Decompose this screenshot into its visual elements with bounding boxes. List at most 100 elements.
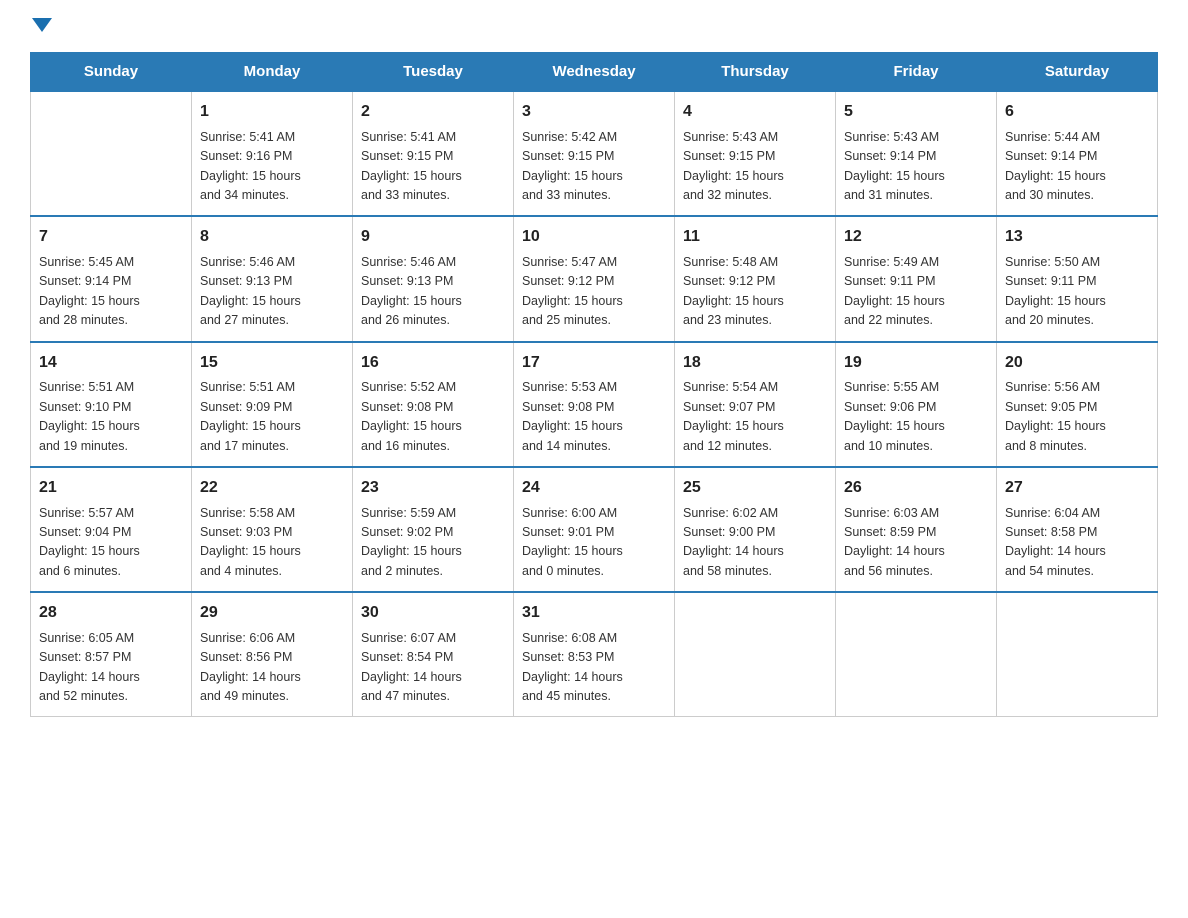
day-number: 12	[844, 225, 988, 250]
day-info: Sunrise: 6:07 AMSunset: 8:54 PMDaylight:…	[361, 629, 505, 707]
day-cell: 18Sunrise: 5:54 AMSunset: 9:07 PMDayligh…	[675, 342, 836, 467]
day-cell: 17Sunrise: 5:53 AMSunset: 9:08 PMDayligh…	[514, 342, 675, 467]
day-number: 16	[361, 351, 505, 376]
day-cell: 29 Sunrise: 6:06 AMSunset: 8:56 PMDayligh…	[192, 592, 353, 717]
week-row-3: 14Sunrise: 5:51 AMSunset: 9:10 PMDayligh…	[31, 342, 1158, 467]
logo	[30, 20, 52, 34]
day-cell: 16Sunrise: 5:52 AMSunset: 9:08 PMDayligh…	[353, 342, 514, 467]
day-number: 25	[683, 476, 827, 501]
day-info: Sunrise: 6:03 AMSunset: 8:59 PMDaylight:…	[844, 504, 988, 582]
day-number: 5	[844, 100, 988, 125]
day-cell: 30 Sunrise: 6:07 AMSunset: 8:54 PMDayligh…	[353, 592, 514, 717]
day-info: Sunrise: 5:53 AMSunset: 9:08 PMDaylight:…	[522, 378, 666, 456]
day-info: Sunrise: 5:57 AMSunset: 9:04 PMDaylight:…	[39, 504, 183, 582]
day-cell: 12 Sunrise: 5:49 AMSunset: 9:11 PMDayligh…	[836, 216, 997, 341]
day-info: Sunrise: 5:54 AMSunset: 9:07 PMDaylight:…	[683, 378, 827, 456]
day-cell: 19Sunrise: 5:55 AMSunset: 9:06 PMDayligh…	[836, 342, 997, 467]
day-number: 10	[522, 225, 666, 250]
day-cell: 15Sunrise: 5:51 AMSunset: 9:09 PMDayligh…	[192, 342, 353, 467]
day-number: 27	[1005, 476, 1149, 501]
day-number: 14	[39, 351, 183, 376]
day-number: 2	[361, 100, 505, 125]
day-info: Sunrise: 5:55 AMSunset: 9:06 PMDaylight:…	[844, 378, 988, 456]
day-cell: 26 Sunrise: 6:03 AMSunset: 8:59 PMDayligh…	[836, 467, 997, 592]
day-number: 24	[522, 476, 666, 501]
day-number: 17	[522, 351, 666, 376]
day-number: 22	[200, 476, 344, 501]
day-number: 15	[200, 351, 344, 376]
day-number: 1	[200, 100, 344, 125]
day-number: 13	[1005, 225, 1149, 250]
day-number: 30	[361, 601, 505, 626]
header-cell-thursday: Thursday	[675, 53, 836, 92]
header-cell-tuesday: Tuesday	[353, 53, 514, 92]
calendar-header: SundayMondayTuesdayWednesdayThursdayFrid…	[31, 53, 1158, 92]
day-info: Sunrise: 6:06 AMSunset: 8:56 PMDaylight:…	[200, 629, 344, 707]
day-info: Sunrise: 5:42 AMSunset: 9:15 PMDaylight:…	[522, 128, 666, 206]
day-cell: 3 Sunrise: 5:42 AMSunset: 9:15 PMDaylight…	[514, 91, 675, 216]
header-cell-wednesday: Wednesday	[514, 53, 675, 92]
calendar-table: SundayMondayTuesdayWednesdayThursdayFrid…	[30, 52, 1158, 717]
day-info: Sunrise: 5:46 AMSunset: 9:13 PMDaylight:…	[200, 253, 344, 331]
day-number: 26	[844, 476, 988, 501]
day-number: 21	[39, 476, 183, 501]
day-number: 28	[39, 601, 183, 626]
day-cell: 6 Sunrise: 5:44 AMSunset: 9:14 PMDaylight…	[997, 91, 1158, 216]
day-info: Sunrise: 5:43 AMSunset: 9:15 PMDaylight:…	[683, 128, 827, 206]
day-number: 6	[1005, 100, 1149, 125]
day-info: Sunrise: 5:56 AMSunset: 9:05 PMDaylight:…	[1005, 378, 1149, 456]
day-info: Sunrise: 6:04 AMSunset: 8:58 PMDaylight:…	[1005, 504, 1149, 582]
day-info: Sunrise: 5:58 AMSunset: 9:03 PMDaylight:…	[200, 504, 344, 582]
calendar-body: 1Sunrise: 5:41 AMSunset: 9:16 PMDaylight…	[31, 91, 1158, 717]
header-cell-monday: Monday	[192, 53, 353, 92]
day-cell: 23 Sunrise: 5:59 AMSunset: 9:02 PMDayligh…	[353, 467, 514, 592]
week-row-5: 28 Sunrise: 6:05 AMSunset: 8:57 PMDayligh…	[31, 592, 1158, 717]
day-cell: 28 Sunrise: 6:05 AMSunset: 8:57 PMDayligh…	[31, 592, 192, 717]
day-info: Sunrise: 5:49 AMSunset: 9:11 PMDaylight:…	[844, 253, 988, 331]
day-number: 20	[1005, 351, 1149, 376]
day-info: Sunrise: 5:45 AMSunset: 9:14 PMDaylight:…	[39, 253, 183, 331]
header-cell-friday: Friday	[836, 53, 997, 92]
day-number: 23	[361, 476, 505, 501]
day-cell: 8 Sunrise: 5:46 AMSunset: 9:13 PMDaylight…	[192, 216, 353, 341]
day-info: Sunrise: 5:47 AMSunset: 9:12 PMDaylight:…	[522, 253, 666, 331]
day-number: 8	[200, 225, 344, 250]
day-cell: 2 Sunrise: 5:41 AMSunset: 9:15 PMDaylight…	[353, 91, 514, 216]
header-cell-sunday: Sunday	[31, 53, 192, 92]
logo-triangle-icon	[32, 18, 52, 32]
week-row-1: 1Sunrise: 5:41 AMSunset: 9:16 PMDaylight…	[31, 91, 1158, 216]
day-info: Sunrise: 5:59 AMSunset: 9:02 PMDaylight:…	[361, 504, 505, 582]
day-cell: 5Sunrise: 5:43 AMSunset: 9:14 PMDaylight…	[836, 91, 997, 216]
day-number: 3	[522, 100, 666, 125]
day-info: Sunrise: 6:02 AMSunset: 9:00 PMDaylight:…	[683, 504, 827, 582]
header-cell-saturday: Saturday	[997, 53, 1158, 92]
day-cell: 20Sunrise: 5:56 AMSunset: 9:05 PMDayligh…	[997, 342, 1158, 467]
day-info: Sunrise: 6:00 AMSunset: 9:01 PMDaylight:…	[522, 504, 666, 582]
day-cell: 22 Sunrise: 5:58 AMSunset: 9:03 PMDayligh…	[192, 467, 353, 592]
week-row-2: 7Sunrise: 5:45 AMSunset: 9:14 PMDaylight…	[31, 216, 1158, 341]
day-cell	[836, 592, 997, 717]
day-info: Sunrise: 5:50 AMSunset: 9:11 PMDaylight:…	[1005, 253, 1149, 331]
day-cell	[675, 592, 836, 717]
day-info: Sunrise: 5:52 AMSunset: 9:08 PMDaylight:…	[361, 378, 505, 456]
day-info: Sunrise: 5:41 AMSunset: 9:15 PMDaylight:…	[361, 128, 505, 206]
day-cell: 13 Sunrise: 5:50 AMSunset: 9:11 PMDayligh…	[997, 216, 1158, 341]
day-info: Sunrise: 5:46 AMSunset: 9:13 PMDaylight:…	[361, 253, 505, 331]
day-info: Sunrise: 5:51 AMSunset: 9:09 PMDaylight:…	[200, 378, 344, 456]
day-cell: 14Sunrise: 5:51 AMSunset: 9:10 PMDayligh…	[31, 342, 192, 467]
day-cell: 21 Sunrise: 5:57 AMSunset: 9:04 PMDayligh…	[31, 467, 192, 592]
day-cell: 24 Sunrise: 6:00 AMSunset: 9:01 PMDayligh…	[514, 467, 675, 592]
day-cell: 7Sunrise: 5:45 AMSunset: 9:14 PMDaylight…	[31, 216, 192, 341]
day-number: 31	[522, 601, 666, 626]
day-info: Sunrise: 6:05 AMSunset: 8:57 PMDaylight:…	[39, 629, 183, 707]
header-row: SundayMondayTuesdayWednesdayThursdayFrid…	[31, 53, 1158, 92]
day-cell: 10 Sunrise: 5:47 AMSunset: 9:12 PMDayligh…	[514, 216, 675, 341]
day-info: Sunrise: 5:44 AMSunset: 9:14 PMDaylight:…	[1005, 128, 1149, 206]
day-cell: 31 Sunrise: 6:08 AMSunset: 8:53 PMDayligh…	[514, 592, 675, 717]
day-number: 19	[844, 351, 988, 376]
day-number: 9	[361, 225, 505, 250]
day-cell: 1Sunrise: 5:41 AMSunset: 9:16 PMDaylight…	[192, 91, 353, 216]
day-number: 29	[200, 601, 344, 626]
day-info: Sunrise: 5:48 AMSunset: 9:12 PMDaylight:…	[683, 253, 827, 331]
day-info: Sunrise: 6:08 AMSunset: 8:53 PMDaylight:…	[522, 629, 666, 707]
